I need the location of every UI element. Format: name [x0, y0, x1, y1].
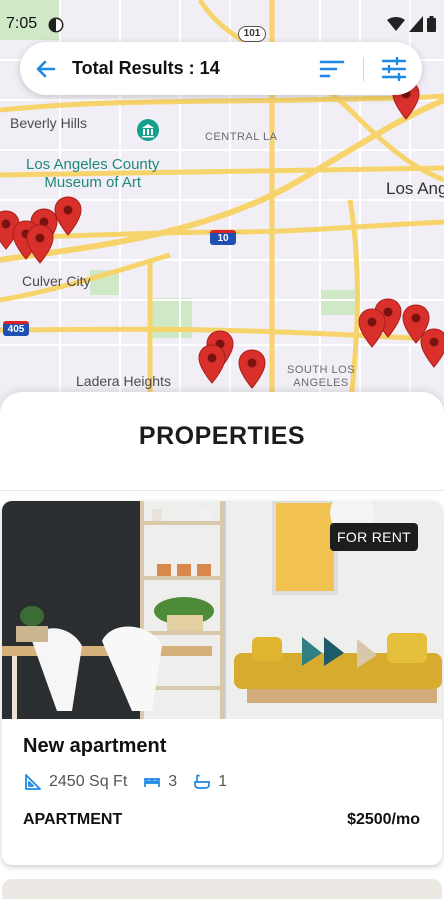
- museum-icon[interactable]: [136, 118, 160, 142]
- bathrooms-feature: 1: [193, 773, 227, 791]
- listing-features: 2450 Sq Ft 3 1: [24, 773, 243, 791]
- battery-icon: [427, 16, 436, 32]
- property-price: $2500/mo: [347, 811, 420, 828]
- map-label-beverly-hills: Beverly Hills: [10, 115, 88, 131]
- map-label-south-la-line1: SOUTH LOS: [287, 364, 356, 376]
- property-pin-icon[interactable]: [238, 349, 266, 389]
- status-time: 7:05: [6, 15, 38, 32]
- signal-icon: [409, 16, 423, 32]
- area-feature: 2450 Sq Ft: [24, 773, 127, 791]
- bathtub-icon: [194, 774, 211, 789]
- map-label-lacma-line2: Museum of Art: [44, 174, 142, 191]
- property-pin-icon[interactable]: [26, 224, 54, 264]
- bedrooms-feature: 3: [143, 773, 177, 791]
- set-square-icon: [25, 774, 41, 790]
- property-pin-icon[interactable]: [198, 344, 226, 384]
- i-405-shield: 405: [3, 321, 29, 336]
- map-label-central-la: CENTRAL LA: [205, 131, 278, 143]
- for-rent-badge: FOR RENT: [330, 523, 418, 551]
- bedrooms-value: 3: [168, 773, 178, 790]
- status-icons: [387, 16, 436, 32]
- sort-icon[interactable]: [318, 56, 346, 82]
- property-photo: FOR RENT: [2, 501, 442, 719]
- i-10-shield: 10: [210, 230, 236, 245]
- divider: [0, 490, 444, 491]
- wifi-icon: [387, 17, 405, 31]
- notification-icon: [48, 17, 64, 33]
- results-bar: Total Results : 14: [20, 42, 422, 95]
- map-label-south-la-line2: ANGELES: [293, 377, 349, 389]
- filter-sliders-icon[interactable]: [380, 56, 408, 82]
- section-title: PROPERTIES: [138, 422, 306, 450]
- listing-title: New apartment: [23, 735, 167, 757]
- map-label-culver-city: Culver City: [22, 273, 91, 289]
- bed-icon: [144, 778, 161, 787]
- next-property-card[interactable]: [2, 879, 442, 899]
- results-title: Total Results : 14: [72, 58, 220, 78]
- bathrooms-value: 1: [218, 773, 228, 790]
- map-label-los-angeles: Los Ang: [386, 179, 444, 198]
- property-card[interactable]: FOR RENT New apartment 2450 Sq Ft 3 1 AP…: [2, 501, 442, 865]
- property-pin-icon[interactable]: [420, 328, 444, 368]
- map-label-lacma-line1: Los Angeles County: [26, 156, 160, 173]
- property-pin-icon[interactable]: [54, 196, 82, 236]
- bar-divider: [363, 57, 364, 81]
- property-type: APARTMENT: [23, 811, 123, 828]
- property-pin-icon[interactable]: [358, 308, 386, 348]
- map-label-ladera-heights: Ladera Heights: [76, 373, 171, 389]
- map-label-lacma[interactable]: Los Angeles County Museum of Art: [26, 156, 159, 192]
- area-value: 2450 Sq Ft: [49, 773, 128, 790]
- map-label-south-la: SOUTH LOS ANGELES: [287, 364, 355, 390]
- properties-sheet[interactable]: PROPERTIES FOR RENT New apartment 2450 S…: [0, 392, 444, 899]
- back-arrow-icon[interactable]: [32, 55, 60, 83]
